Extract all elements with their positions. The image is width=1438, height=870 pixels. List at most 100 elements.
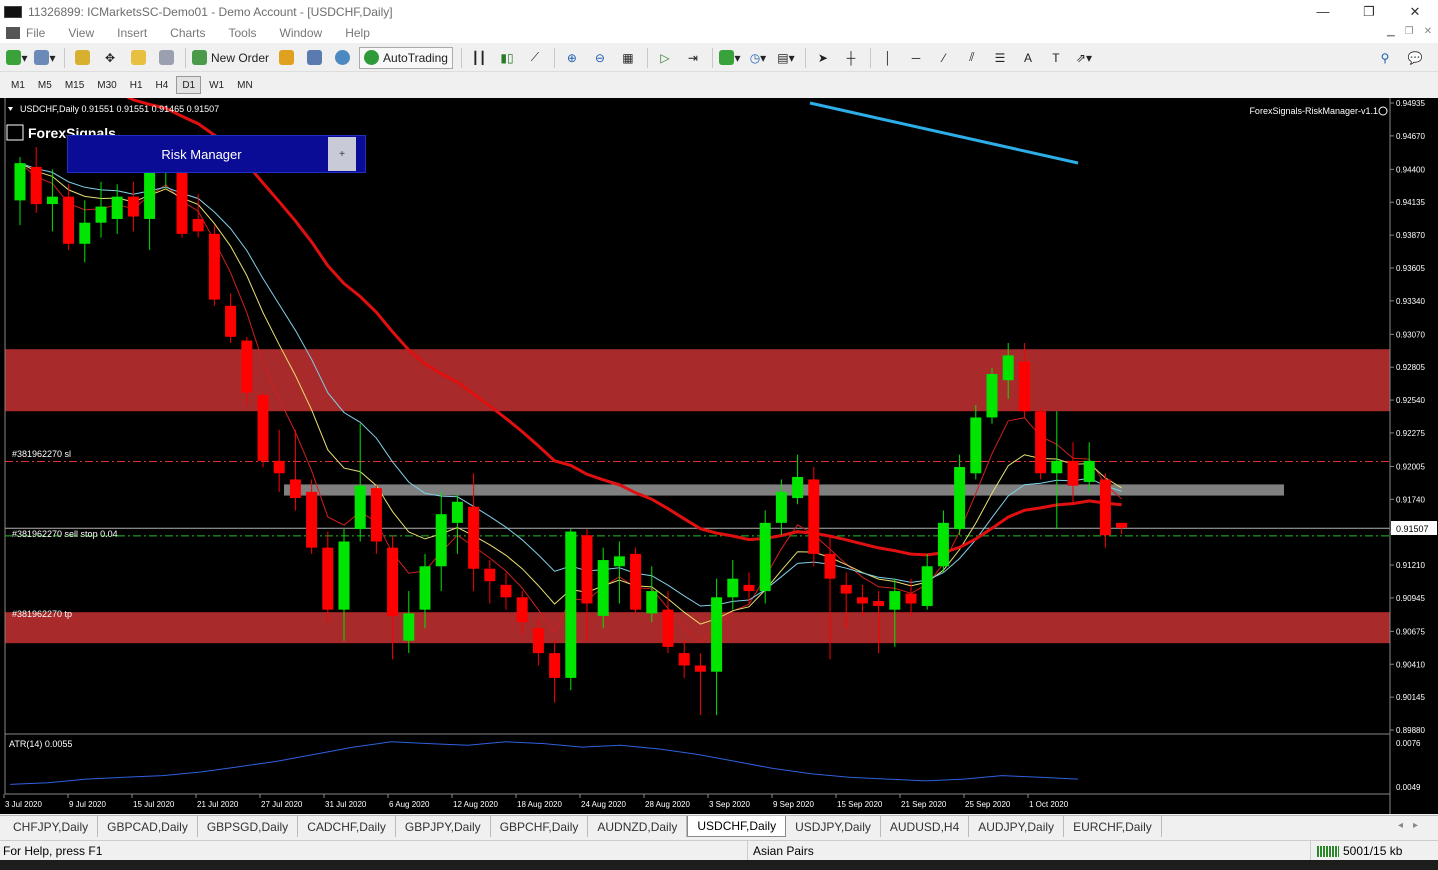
menu-window[interactable]: Window: [280, 26, 323, 40]
bull-candle: [144, 169, 156, 219]
tab-chfjpy[interactable]: CHFJPY,Daily: [4, 816, 99, 837]
data-window-button[interactable]: ✥: [99, 47, 121, 69]
y-tick-label: 0.90145: [1396, 693, 1425, 702]
bar-chart-button[interactable]: ┃┃: [468, 47, 490, 69]
indicator-settings-icon[interactable]: [1378, 106, 1388, 116]
globe-icon: [334, 50, 350, 65]
auto-scroll-button[interactable]: ▷: [654, 47, 676, 69]
mdi-close-button[interactable]: ✕: [1424, 26, 1432, 37]
window-controls: — ❐ ✕: [1300, 0, 1438, 23]
menu-insert[interactable]: Insert: [117, 26, 147, 40]
vertical-line-icon: │: [884, 50, 892, 65]
menu-charts[interactable]: Charts: [170, 26, 205, 40]
menu-tools[interactable]: Tools: [229, 26, 257, 40]
chart-window[interactable]: 0.94935 0.94670 0.94400 0.94135 0.93870 0.936…: [0, 98, 1438, 814]
tab-usdjpy[interactable]: USDJPY,Daily: [786, 816, 881, 837]
tab-audjpy[interactable]: AUDJPY,Daily: [969, 816, 1065, 837]
meta-editor-button[interactable]: [275, 47, 297, 69]
arrows-button[interactable]: ⇗ ▾: [1073, 47, 1095, 69]
timeframe-h1[interactable]: H1: [125, 76, 148, 94]
timeframe-mn[interactable]: MN: [232, 76, 258, 94]
y-tick-label: 0.89880: [1396, 726, 1425, 735]
tab-audnzd[interactable]: AUDNZD,Daily: [588, 816, 688, 837]
bull-candle: [597, 560, 609, 616]
templates-button[interactable]: ▤ ▾: [775, 47, 797, 69]
bear-candle: [322, 547, 334, 610]
x-tick-label: 18 Aug 2020: [517, 800, 562, 809]
tester-button[interactable]: [155, 47, 177, 69]
profiles-button[interactable]: ▾: [34, 47, 56, 69]
search-button[interactable]: ⚲: [1374, 47, 1396, 69]
timeframe-d1[interactable]: D1: [176, 76, 202, 94]
timeframe-m5[interactable]: M5: [33, 76, 57, 94]
market-watch-button[interactable]: [71, 47, 93, 69]
bear-candle: [63, 196, 75, 244]
text-label-button[interactable]: T: [1045, 47, 1067, 69]
line-chart-button[interactable]: ⟋: [524, 47, 546, 69]
y-tick-label: 0.90410: [1396, 660, 1425, 669]
risk-manager-expand-button[interactable]: +: [328, 137, 356, 171]
fibonacci-button[interactable]: ☰: [989, 47, 1011, 69]
timeframe-w1[interactable]: W1: [204, 76, 229, 94]
bear-candle: [273, 460, 285, 474]
tab-cadchf[interactable]: CADCHF,Daily: [298, 816, 396, 837]
close-button[interactable]: ✕: [1392, 0, 1438, 23]
timeframe-h4[interactable]: H4: [151, 76, 174, 94]
new-order-button[interactable]: New Order: [192, 47, 269, 69]
tab-audusd[interactable]: AUDUSD,H4: [881, 816, 970, 837]
restore-button[interactable]: ❐: [1346, 0, 1392, 23]
bear-candle: [873, 601, 885, 606]
timeframe-m15[interactable]: M15: [60, 76, 89, 94]
zoom-in-button[interactable]: ⊕: [561, 47, 583, 69]
minimize-button[interactable]: —: [1300, 0, 1346, 23]
y-tick-label: 0.90675: [1396, 627, 1425, 636]
tab-gbpjpy[interactable]: GBPJPY,Daily: [396, 816, 491, 837]
timeframe-m30[interactable]: M30: [92, 76, 121, 94]
y-tick-label: 0.93605: [1396, 264, 1425, 273]
menu-file[interactable]: File: [26, 26, 45, 40]
trendline-button[interactable]: ⁄: [933, 47, 955, 69]
tab-eurchf[interactable]: EURCHF,Daily: [1064, 816, 1162, 837]
zoom-out-button[interactable]: ⊖: [589, 47, 611, 69]
periods-button[interactable]: ◷ ▾: [747, 47, 769, 69]
timeframe-m1[interactable]: M1: [6, 76, 30, 94]
bull-candle: [95, 206, 107, 223]
x-tick-label: 21 Jul 2020: [197, 800, 239, 809]
x-tick-label: 24 Aug 2020: [581, 800, 626, 809]
price-chart[interactable]: 0.94935 0.94670 0.94400 0.94135 0.93870 0.936…: [0, 98, 1438, 814]
trendline-icon: ⁄: [942, 50, 945, 65]
crosshair-button[interactable]: ┼: [840, 47, 862, 69]
menu-help[interactable]: Help: [345, 26, 370, 40]
bear-candle: [662, 609, 674, 647]
equidistant-channel-button[interactable]: ⫽: [961, 47, 983, 69]
tab-gbpsgd[interactable]: GBPSGD,Daily: [198, 816, 299, 837]
horizontal-line-button[interactable]: ─: [905, 47, 927, 69]
y-tick-label: 0.93870: [1396, 231, 1425, 240]
title-bar: 11326899: ICMarketsSC-Demo01 - Demo Acco…: [0, 0, 1438, 23]
candlestick-button[interactable]: ▮▯: [496, 47, 518, 69]
tab-usdchf[interactable]: USDCHF,Daily: [687, 816, 787, 837]
chat-button[interactable]: 💬: [1404, 47, 1426, 69]
bear-candle: [30, 166, 42, 205]
market-button[interactable]: [331, 47, 353, 69]
mdi-restore-button[interactable]: ❐: [1405, 26, 1414, 37]
tile-windows-button[interactable]: ▦: [617, 47, 639, 69]
autotrading-button[interactable]: AutoTrading: [359, 46, 453, 69]
new-chart-button[interactable]: ▾: [6, 47, 28, 69]
tab-gbpchf[interactable]: GBPCHF,Daily: [491, 816, 589, 837]
signals-button[interactable]: [303, 47, 325, 69]
tab-gbpcad[interactable]: GBPCAD,Daily: [98, 816, 198, 837]
menu-bar: File View Insert Charts Tools Window Hel…: [0, 23, 1438, 43]
cursor-button[interactable]: ➤: [812, 47, 834, 69]
indicators-button[interactable]: ▾: [719, 47, 741, 69]
chart-shift-button[interactable]: ⇥: [682, 47, 704, 69]
mdi-minimize-button[interactable]: ▁: [1387, 26, 1395, 37]
text-button[interactable]: A: [1017, 47, 1039, 69]
tab-scroll-arrows[interactable]: ◂▸: [1398, 820, 1428, 831]
chart-collapse-icon[interactable]: [8, 107, 13, 111]
vertical-line-button[interactable]: │: [877, 47, 899, 69]
risk-manager-panel[interactable]: Risk Manager +: [67, 135, 366, 173]
bear-candle: [840, 584, 852, 594]
navigator-button[interactable]: [127, 47, 149, 69]
menu-view[interactable]: View: [68, 26, 94, 40]
